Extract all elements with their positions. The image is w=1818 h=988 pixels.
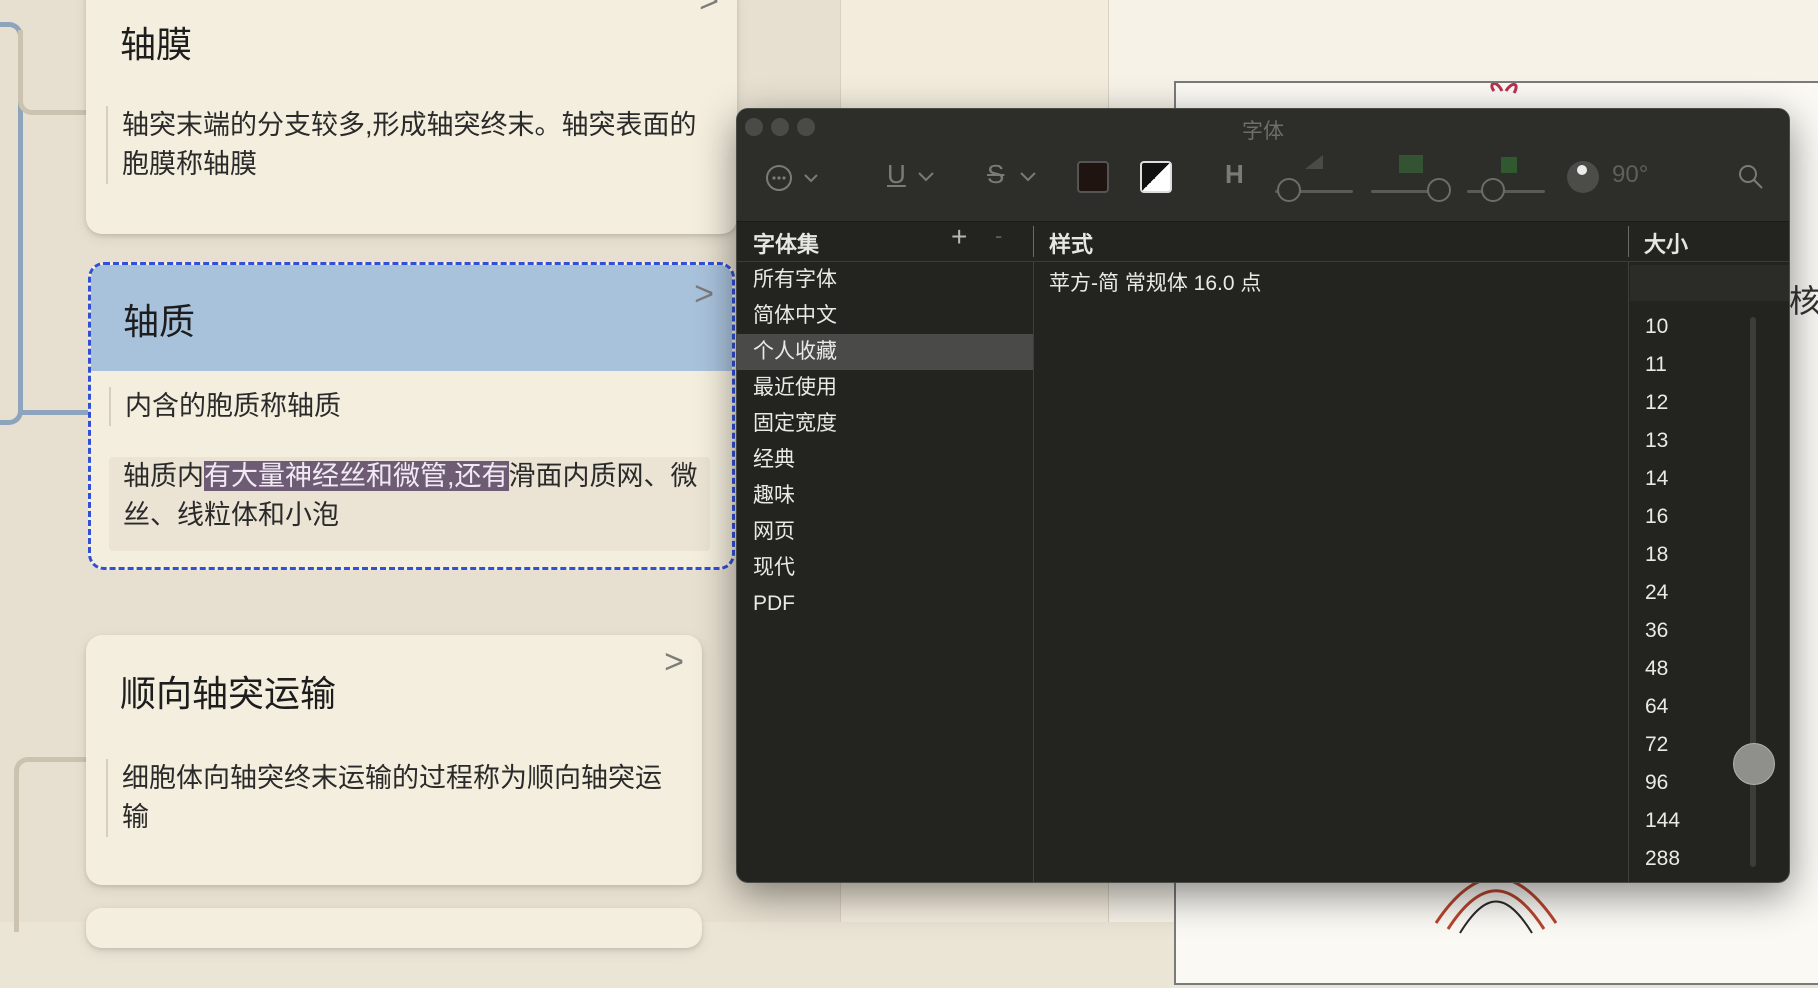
shadow-icon: H <box>1225 159 1244 189</box>
size-item[interactable]: 36 <box>1645 619 1668 643</box>
column-separator <box>1033 262 1034 882</box>
size-item[interactable]: 14 <box>1645 467 1668 491</box>
strikethrough-button[interactable]: S <box>987 159 1004 190</box>
collection-item[interactable]: 趣味 <box>737 478 1033 514</box>
font-panel-window[interactable]: 字体 U S H 90° 字体集 + - 样式 大小 所有字体 简体中文 个人收… <box>736 108 1790 883</box>
search-icon[interactable] <box>1737 163 1765 191</box>
text-unselected: 轴质内 <box>123 461 204 491</box>
underline-icon: U <box>887 159 906 189</box>
size-input[interactable] <box>1630 265 1789 301</box>
collection-item-selected[interactable]: 个人收藏 <box>737 334 1033 370</box>
node-card-axoplasm[interactable]: > 轴质 内含的胞质称轴质 轴质内有大量神经丝和微管,还有滑面内质网、微丝、线粒… <box>88 262 735 570</box>
collection-item[interactable]: 现代 <box>737 550 1033 586</box>
shadow-button[interactable]: H <box>1225 159 1244 190</box>
remove-collection-button[interactable]: - <box>995 223 1002 249</box>
shadow-blur-slider[interactable] <box>1427 178 1451 202</box>
collection-item[interactable]: 简体中文 <box>737 298 1033 334</box>
size-header: 大小 <box>1644 232 1689 257</box>
header-separator <box>1628 226 1629 257</box>
column-separator <box>1628 262 1629 882</box>
size-item[interactable]: 18 <box>1645 543 1668 567</box>
panel-title: 字体 <box>1242 120 1284 143</box>
text-color-swatch[interactable] <box>1077 161 1109 193</box>
card-title: 轴膜 <box>120 24 193 65</box>
card-title: 顺向轴突运输 <box>120 673 337 714</box>
collection-item[interactable]: 最近使用 <box>737 370 1033 406</box>
size-item[interactable]: 144 <box>1645 809 1680 833</box>
size-item[interactable]: 48 <box>1645 657 1668 681</box>
actions-menu-button[interactable] <box>765 163 825 193</box>
size-item[interactable]: 72 <box>1645 733 1668 757</box>
node-card-next[interactable] <box>86 908 702 948</box>
expand-arrow-icon[interactable]: > <box>694 275 714 314</box>
collection-item[interactable]: PDF <box>737 586 1033 622</box>
connector-line <box>18 410 90 415</box>
card-text-editing[interactable]: 轴质内有大量神经丝和微管,还有滑面内质网、微丝、线粒体和小泡 <box>109 457 712 535</box>
style-header: 样式 <box>1049 232 1094 257</box>
card-title: 轴质 <box>123 301 196 342</box>
offset-icon <box>1501 157 1517 173</box>
header-separator <box>1033 226 1034 257</box>
size-item[interactable]: 288 <box>1645 847 1680 871</box>
card-text: 轴突末端的分支较多,形成轴突终末。轴突表面的胞膜称轴膜 <box>106 106 717 184</box>
actions-icon <box>766 165 818 191</box>
collection-item[interactable]: 网页 <box>737 514 1033 550</box>
text-selection: 有大量神经丝和微管,还有 <box>204 461 509 491</box>
collection-item[interactable]: 经典 <box>737 442 1033 478</box>
document-color-swatch[interactable] <box>1140 161 1172 193</box>
shadow-opacity-slider[interactable] <box>1277 178 1301 202</box>
shadow-angle-dial[interactable] <box>1567 161 1599 193</box>
connector-line <box>14 757 95 932</box>
size-slider-knob[interactable] <box>1733 743 1775 785</box>
expand-arrow-icon[interactable]: > <box>699 0 719 21</box>
strikethrough-icon: S <box>987 159 1005 189</box>
card-text: 内含的胞质称轴质 <box>109 387 712 426</box>
shadow-offset-track[interactable] <box>1467 190 1545 193</box>
size-item[interactable]: 24 <box>1645 581 1668 605</box>
angle-label: 90° <box>1612 161 1649 188</box>
blur-icon <box>1399 155 1423 173</box>
opacity-icon <box>1305 155 1323 169</box>
connector-line <box>18 30 95 115</box>
canvas-text-peek: 核 <box>1789 283 1818 319</box>
size-item[interactable]: 11 <box>1645 353 1667 377</box>
expand-arrow-icon[interactable]: > <box>664 643 684 682</box>
chevron-down-icon <box>1020 172 1036 182</box>
node-card-anterograde[interactable]: > 顺向轴突运输 细胞体向轴突终末运输的过程称为顺向轴突运输 <box>86 635 702 885</box>
panel-titlebar[interactable]: 字体 U S H 90° <box>737 109 1789 222</box>
shadow-offset-slider[interactable] <box>1481 178 1505 202</box>
size-item[interactable]: 64 <box>1645 695 1668 719</box>
size-item[interactable]: 12 <box>1645 391 1668 415</box>
size-item[interactable]: 16 <box>1645 505 1668 529</box>
card-text: 细胞体向轴突终末运输的过程称为顺向轴突运输 <box>106 759 682 837</box>
add-collection-button[interactable]: + <box>951 221 967 253</box>
collections-header: 字体集 <box>753 232 820 257</box>
size-item[interactable]: 13 <box>1645 429 1668 453</box>
size-item[interactable]: 10 <box>1645 315 1668 339</box>
collection-item[interactable]: 固定宽度 <box>737 406 1033 442</box>
underline-button[interactable]: U <box>887 159 906 190</box>
chevron-down-icon <box>918 172 934 182</box>
collection-item[interactable]: 所有字体 <box>737 262 1033 298</box>
node-card-axolemma[interactable]: > 轴膜 轴突末端的分支较多,形成轴突终末。轴突表面的胞膜称轴膜 <box>86 0 737 234</box>
size-item[interactable]: 96 <box>1645 771 1668 795</box>
style-item[interactable]: 苹方-简 常规体 16.0 点 <box>1049 267 1261 297</box>
